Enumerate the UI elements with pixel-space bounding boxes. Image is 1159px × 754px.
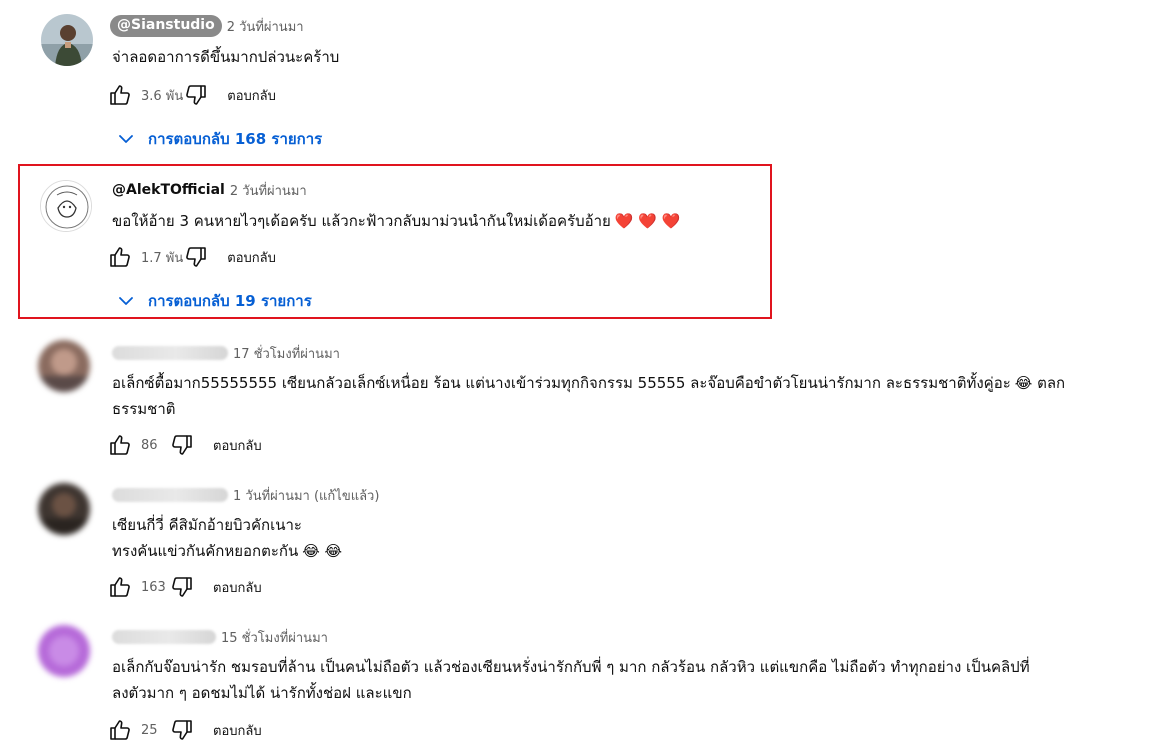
dislike-button[interactable] bbox=[183, 82, 209, 108]
reply-button[interactable]: ตอบกลับ bbox=[227, 247, 276, 268]
avatar[interactable] bbox=[41, 14, 93, 66]
reply-button[interactable]: ตอบกลับ bbox=[213, 577, 262, 598]
like-button[interactable] bbox=[107, 574, 133, 600]
comment-time[interactable]: 1 วันที่ผ่านมา (แก้ไขแล้ว) bbox=[233, 485, 379, 506]
replies-count-label: การตอบกลับ 168 รายการ bbox=[148, 130, 323, 148]
comment-text: เซียนกี่วี่ คีสิมักอ้ายบิวคักเนาะ ทรงคัน… bbox=[112, 512, 342, 564]
heart-emoji: ❤️ ❤️ ❤️ bbox=[614, 212, 681, 230]
comment-line: อเล็กซ์ตื้อมาก55555555 เซียนกลัวอเล็กซ์เ… bbox=[112, 370, 1065, 396]
comment-line: เซียนกี่วี่ คีสิมักอ้ายบิวคักเนาะ bbox=[112, 516, 302, 534]
like-button[interactable] bbox=[107, 717, 133, 743]
comment-line: ทรงคันแข่วกันคักหยอกตะกัน 😂 😂 bbox=[112, 538, 342, 564]
comment-header: 17 ชั่วโมงที่ผ่านมา bbox=[112, 342, 340, 364]
comment-actions: 25 ตอบกลับ bbox=[107, 716, 262, 744]
comment-thread-4: 1 วันที่ผ่านมา (แก้ไขแล้ว) เซียนกี่วี่ ค… bbox=[0, 473, 1159, 613]
thumbs-up-icon bbox=[110, 577, 130, 597]
chevron-down-icon bbox=[119, 135, 133, 143]
thumbs-down-icon bbox=[172, 435, 192, 455]
comment-line: อเล็กกับจ๊อบน่ารัก ชมรอบที่ล้าน เป็นคนไม… bbox=[112, 658, 1030, 676]
thumbs-down-icon bbox=[186, 247, 207, 267]
reply-button[interactable]: ตอบกลับ bbox=[213, 720, 262, 741]
comment-thread-2: @AlekTOfficial 2 วันที่ผ่านมา ขอให้อ้าย … bbox=[0, 164, 1159, 320]
comment-time[interactable]: 17 ชั่วโมงที่ผ่านมา bbox=[233, 343, 340, 364]
comment-line: ธรรมชาติ bbox=[112, 400, 176, 418]
thumbs-up-icon bbox=[110, 720, 130, 740]
comment-actions: 1.7 พัน ตอบกลับ bbox=[107, 243, 276, 271]
like-count: 3.6 พัน bbox=[141, 88, 184, 104]
like-count: 163 bbox=[141, 579, 166, 595]
comment-time[interactable]: 2 วันที่ผ่านมา bbox=[227, 16, 304, 37]
view-replies-button[interactable]: การตอบกลับ 19 รายการ bbox=[118, 289, 312, 313]
thumbs-up-icon bbox=[110, 247, 130, 267]
like-button[interactable] bbox=[107, 432, 133, 458]
comment-text: อเล็กซ์ตื้อมาก55555555 เซียนกลัวอเล็กซ์เ… bbox=[112, 370, 1065, 422]
like-button[interactable] bbox=[107, 82, 133, 108]
reply-button[interactable]: ตอบกลับ bbox=[227, 85, 276, 106]
comment-text: จ่าลอดอาการดีขึ้นมากปล่วนะคร้าบ bbox=[112, 44, 339, 70]
comment-actions: 163 ตอบกลับ bbox=[107, 573, 262, 601]
comment-line: จ่าลอดอาการดีขึ้นมากปล่วนะคร้าบ bbox=[112, 48, 340, 66]
laughing-emoji: 😂 😂 bbox=[302, 542, 343, 560]
comment-line: ลงตัวมาก ๆ อดชมไม่ได้ น่ารักทั้งช่อฝ และ… bbox=[112, 684, 412, 702]
author-name[interactable]: @Sianstudio bbox=[110, 15, 222, 37]
like-count: 1.7 พัน bbox=[141, 250, 184, 266]
dislike-button[interactable] bbox=[169, 717, 195, 743]
avatar[interactable] bbox=[38, 625, 90, 677]
comment-actions: 3.6 พัน ตอบกลับ bbox=[107, 81, 276, 109]
author-name[interactable] bbox=[112, 488, 228, 502]
author-name[interactable] bbox=[112, 346, 228, 360]
comment-header: @AlekTOfficial 2 วันที่ผ่านมา bbox=[112, 179, 307, 201]
comment-thread-1: @Sianstudio 2 วันที่ผ่านมา จ่าลอดอาการดี… bbox=[0, 0, 1159, 160]
comment-line: ขอให้อ้าย 3 คนหายไวๆเด้อครับ แล้วกะฟ้าวก… bbox=[112, 212, 611, 230]
comment-time[interactable]: 2 วันที่ผ่านมา bbox=[230, 180, 307, 201]
comment-time[interactable]: 15 ชั่วโมงที่ผ่านมา bbox=[221, 627, 328, 648]
like-button[interactable] bbox=[107, 244, 133, 270]
like-count: 25 bbox=[141, 722, 158, 738]
laughing-emoji: 😂 bbox=[1014, 374, 1033, 392]
chevron-down-icon bbox=[119, 297, 133, 305]
thumbs-down-icon bbox=[186, 85, 207, 105]
comment-actions: 86 ตอบกลับ bbox=[107, 431, 262, 459]
comment-header: @Sianstudio 2 วันที่ผ่านมา bbox=[110, 15, 304, 37]
comment-text: ขอให้อ้าย 3 คนหายไวๆเด้อครับ แล้วกะฟ้าวก… bbox=[112, 208, 680, 234]
reply-button[interactable]: ตอบกลับ bbox=[213, 435, 262, 456]
dislike-button[interactable] bbox=[169, 432, 195, 458]
comment-text: อเล็กกับจ๊อบน่ารัก ชมรอบที่ล้าน เป็นคนไม… bbox=[112, 654, 1030, 706]
avatar[interactable] bbox=[38, 340, 90, 392]
comment-thread-3: 17 ชั่วโมงที่ผ่านมา อเล็กซ์ตื้อมาก555555… bbox=[0, 330, 1159, 470]
author-name[interactable] bbox=[112, 630, 216, 644]
like-count: 86 bbox=[141, 437, 158, 453]
thumbs-up-icon bbox=[110, 85, 130, 105]
comment-thread-5: 15 ชั่วโมงที่ผ่านมา อเล็กกับจ๊อบน่ารัก ช… bbox=[0, 615, 1159, 754]
dislike-button[interactable] bbox=[183, 244, 209, 270]
view-replies-button[interactable]: การตอบกลับ 168 รายการ bbox=[118, 127, 322, 151]
thumbs-down-icon bbox=[172, 720, 192, 740]
avatar[interactable] bbox=[38, 483, 90, 535]
author-name[interactable]: @AlekTOfficial bbox=[112, 182, 225, 198]
dislike-button[interactable] bbox=[169, 574, 195, 600]
avatar[interactable] bbox=[40, 180, 92, 232]
comment-header: 15 ชั่วโมงที่ผ่านมา bbox=[112, 626, 328, 648]
comment-header: 1 วันที่ผ่านมา (แก้ไขแล้ว) bbox=[112, 484, 379, 506]
thumbs-up-icon bbox=[110, 435, 130, 455]
thumbs-down-icon bbox=[172, 577, 192, 597]
replies-count-label: การตอบกลับ 19 รายการ bbox=[148, 292, 312, 310]
